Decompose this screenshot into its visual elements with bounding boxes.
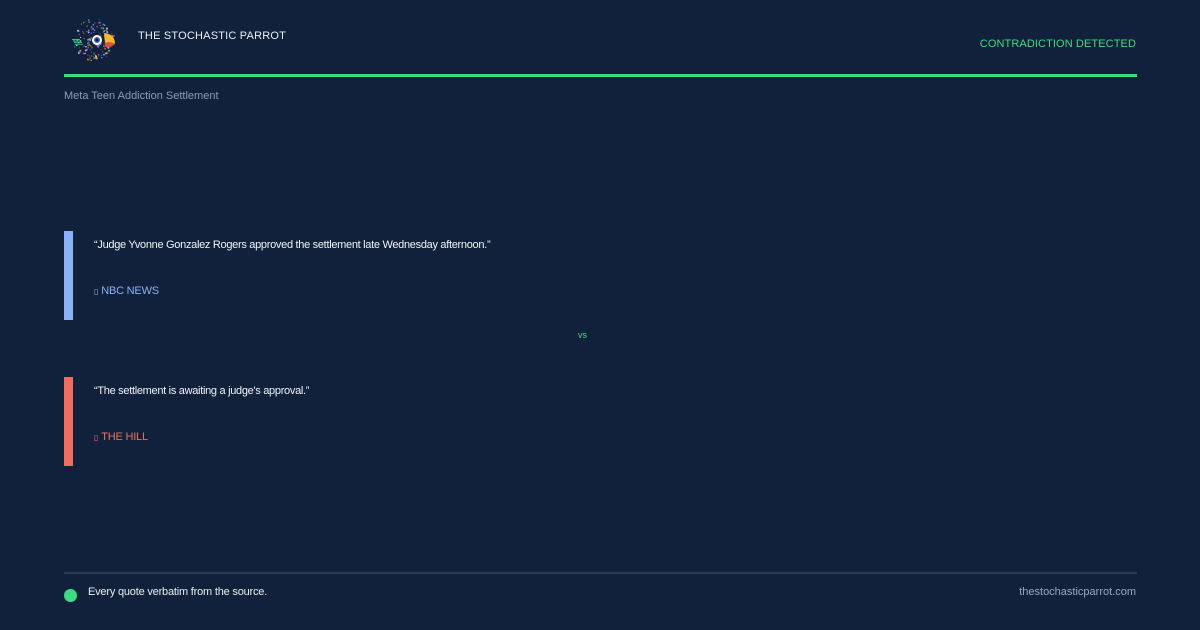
brand-name: THE STOCHASTIC PARROT [138,30,287,42]
quote-card-second: “The settlement is awaiting a judge's ap… [64,377,964,466]
newspaper-icon: ▯ [94,287,99,296]
vs-separator: vs [578,330,587,340]
quote-source-label: NBC NEWS [101,285,159,297]
quote-source-label: THE HILL [101,431,148,443]
topic-title: Meta Teen Addiction Settlement [64,90,219,102]
footer-note: Every quote verbatim from the source. [88,586,268,598]
footer-divider [64,572,1137,574]
quote-card-first: “Judge Yvonne Gonzalez Rogers approved t… [64,231,964,320]
site-link[interactable]: thestochasticparrot.com [1019,586,1136,598]
quote-source: ▯ THE HILL [94,431,148,443]
quote-accent-bar [64,377,73,466]
status-dot-icon [64,589,77,602]
contradiction-status-label: CONTRADICTION DETECTED [979,38,1136,50]
newspaper-icon: ▯ [94,433,99,442]
header-divider [64,74,1137,77]
quote-text: “The settlement is awaiting a judge's ap… [94,385,310,397]
quote-accent-bar [64,231,73,320]
parrot-logo-icon [72,19,115,62]
quote-text: “Judge Yvonne Gonzalez Rogers approved t… [94,239,491,251]
quote-source: ▯ NBC NEWS [94,285,159,297]
